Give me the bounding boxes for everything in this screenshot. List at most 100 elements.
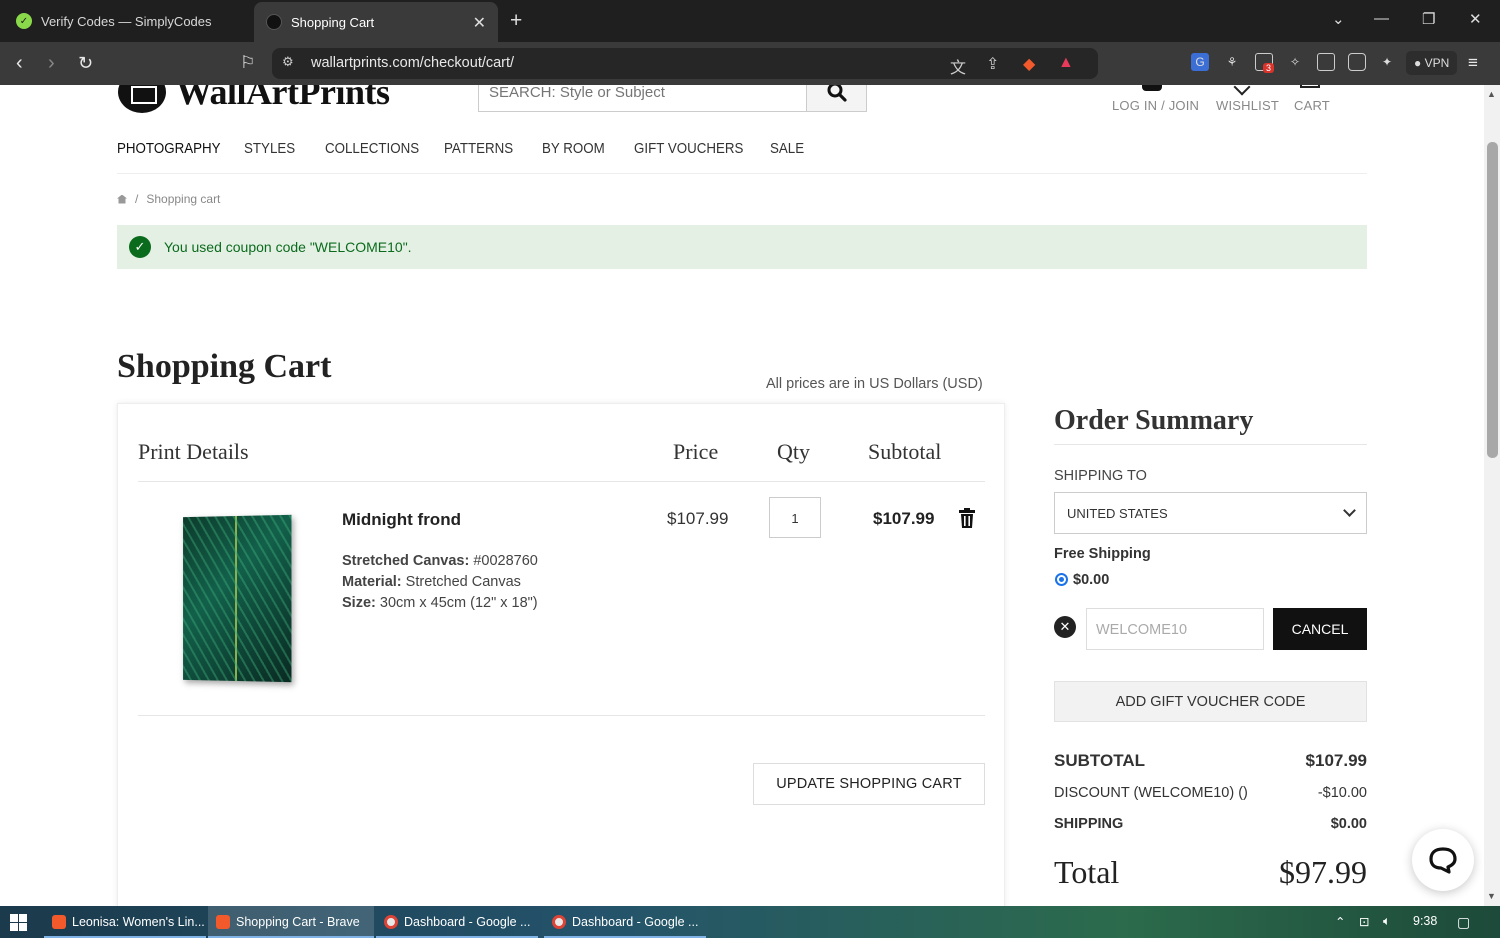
total-value: $97.99 — [1279, 854, 1367, 890]
quantity-input[interactable]: 1 — [769, 497, 821, 538]
attribute-value: Stretched Canvas — [405, 574, 521, 590]
menu-icon[interactable]: ≡ — [1468, 52, 1478, 74]
taskbar-item-leonisa[interactable]: Leonisa: Women's Lin... — [44, 906, 206, 938]
tab-simplycodes[interactable]: ✓ Verify Codes — SimplyCodes — [4, 4, 248, 38]
cart-link[interactable]: CART — [1294, 98, 1330, 113]
product-name[interactable]: Midnight frond — [342, 510, 461, 530]
back-icon[interactable]: ‹ — [16, 52, 23, 74]
breadcrumb-current: Shopping cart — [146, 192, 221, 206]
coupon-code-field[interactable]: WELCOME10 — [1086, 608, 1264, 650]
browser-toolbar: ‹ › ↻ ⚐ ⚙ wallartprints.com/checkout/car… — [0, 42, 1500, 85]
total-label: Total — [1054, 854, 1120, 890]
summary-shipping-row: SHIPPING $0.00 — [1054, 816, 1367, 832]
cart-icon[interactable] — [1300, 85, 1320, 88]
breadcrumb-separator: / — [135, 192, 139, 206]
wishlist-link[interactable]: WISHLIST — [1216, 98, 1279, 113]
translate-icon[interactable]: 文 — [950, 54, 966, 78]
scroll-up-icon[interactable]: ▲ — [1487, 89, 1496, 99]
shipping-to-label: SHIPPING TO — [1054, 468, 1147, 484]
nav-patterns[interactable]: PATTERNS — [444, 141, 513, 157]
close-window-icon[interactable]: ✕ — [1469, 10, 1482, 28]
item-price: $107.99 — [667, 509, 729, 528]
sidebar-toggle-icon[interactable] — [1317, 53, 1335, 71]
item-divider — [138, 715, 985, 716]
windows-start-icon[interactable] — [10, 914, 27, 931]
column-header-subtotal: Subtotal — [868, 439, 942, 464]
nav-by-room[interactable]: BY ROOM — [542, 141, 605, 157]
product-thumbnail[interactable] — [183, 514, 292, 683]
breadcrumb: / Shopping cart — [117, 192, 220, 206]
search-button[interactable] — [806, 85, 867, 112]
translate-extension-icon[interactable]: G — [1191, 53, 1209, 71]
page-scrollbar[interactable]: ▲ ▼ — [1484, 85, 1500, 906]
notifications-icon[interactable]: ▢ — [1457, 914, 1470, 931]
brave-rewards-icon[interactable]: ▲ — [1058, 54, 1074, 72]
tab-search-chevron-icon[interactable]: ⌄ — [1332, 10, 1345, 28]
site-settings-icon[interactable]: ⚙ — [282, 54, 294, 70]
nav-gift-vouchers[interactable]: GIFT VOUCHERS — [634, 141, 743, 157]
share-icon[interactable]: ⇪ — [986, 54, 999, 74]
forward-icon[interactable]: › — [48, 52, 55, 74]
network-icon[interactable]: ⊡ — [1359, 914, 1369, 929]
home-icon[interactable] — [117, 194, 127, 204]
volume-icon[interactable]: 🔈︎ — [1383, 914, 1391, 929]
shipping-country-select[interactable]: UNITED STATES — [1054, 492, 1367, 534]
taskbar-item-dashboard-2[interactable]: Dashboard - Google ... — [544, 906, 706, 938]
remove-coupon-icon[interactable]: ✕ — [1054, 616, 1076, 638]
subtotal-label: SUBTOTAL — [1054, 751, 1145, 770]
page-title: Shopping Cart — [117, 348, 332, 385]
tab-shopping-cart[interactable]: Shopping Cart ✕ — [254, 2, 498, 42]
currency-note: All prices are in US Dollars (USD) — [766, 376, 983, 392]
heart-icon[interactable] — [1233, 85, 1251, 96]
nav-styles[interactable]: STYLES — [244, 141, 295, 157]
brave-icon — [52, 915, 66, 929]
tab-title: Verify Codes — SimplyCodes — [41, 13, 212, 29]
column-header-details: Print Details — [138, 439, 249, 464]
extension-icon[interactable]: ⚘ — [1223, 53, 1241, 71]
taskbar-item-label: Leonisa: Women's Lin... — [72, 915, 205, 929]
brave-shields-icon[interactable]: ◆ — [1023, 54, 1035, 74]
clock[interactable]: 9:38 — [1413, 914, 1437, 928]
taskbar-item-label: Dashboard - Google ... — [404, 915, 531, 929]
taskbar-item-dashboard-1[interactable]: Dashboard - Google ... — [376, 906, 538, 938]
chrome-icon — [552, 915, 566, 929]
nav-photography[interactable]: PHOTOGRAPHY — [117, 141, 221, 157]
wallet-icon[interactable] — [1348, 53, 1366, 71]
cancel-coupon-button[interactable]: CANCEL — [1273, 608, 1367, 650]
site-logo[interactable]: WallArtPrints — [118, 85, 390, 113]
item-subtotal: $107.99 — [873, 509, 935, 528]
new-tab-icon[interactable]: + — [510, 9, 522, 33]
windows-taskbar: Leonisa: Women's Lin... Shopping Cart - … — [0, 906, 1500, 938]
url-text[interactable]: wallartprints.com/checkout/cart/ — [311, 55, 514, 71]
header-divider — [138, 481, 985, 482]
vpn-button[interactable]: ● VPN — [1406, 51, 1458, 75]
close-tab-icon[interactable]: ✕ — [473, 13, 486, 33]
login-link[interactable]: LOG IN / JOIN — [1112, 98, 1199, 113]
minimize-icon[interactable]: — — [1374, 10, 1389, 27]
puzzle-extensions-icon[interactable]: ✧ — [1286, 53, 1304, 71]
account-icon[interactable] — [1142, 85, 1162, 91]
trash-icon[interactable] — [959, 508, 975, 528]
nav-collections[interactable]: COLLECTIONS — [325, 141, 419, 157]
attribute-value: 30cm x 45cm (12" x 18") — [379, 595, 538, 611]
scrollbar-thumb[interactable] — [1487, 142, 1498, 458]
chrome-icon — [384, 915, 398, 929]
add-gift-voucher-button[interactable]: ADD GIFT VOUCHER CODE — [1054, 681, 1367, 722]
update-cart-button[interactable]: UPDATE SHOPPING CART — [753, 763, 985, 805]
search-input[interactable] — [479, 85, 807, 111]
taskbar-item-shopping-cart[interactable]: Shopping Cart - Brave — [208, 906, 374, 938]
shipping-method-radio[interactable] — [1055, 573, 1068, 586]
attribute-label: Size: — [342, 595, 376, 611]
reload-icon[interactable]: ↻ — [78, 52, 93, 74]
nav-sale[interactable]: SALE — [770, 141, 804, 157]
shipping-value: $0.00 — [1330, 816, 1367, 832]
live-chat-button[interactable] — [1412, 829, 1474, 891]
simplycodes-favicon-icon: ✓ — [16, 13, 32, 29]
restore-icon[interactable]: ❐ — [1422, 10, 1435, 28]
address-bar[interactable]: ⚙ wallartprints.com/checkout/cart/ 文 ⇪ ◆… — [272, 48, 1098, 79]
bookmark-icon[interactable]: ⚐ — [240, 52, 255, 74]
leo-ai-icon[interactable]: ✦ — [1378, 53, 1396, 71]
scroll-down-icon[interactable]: ▼ — [1487, 891, 1496, 901]
summary-subtotal-row: SUBTOTAL $107.99 — [1054, 751, 1367, 771]
tray-chevron-icon[interactable]: ⌃ — [1335, 914, 1345, 929]
